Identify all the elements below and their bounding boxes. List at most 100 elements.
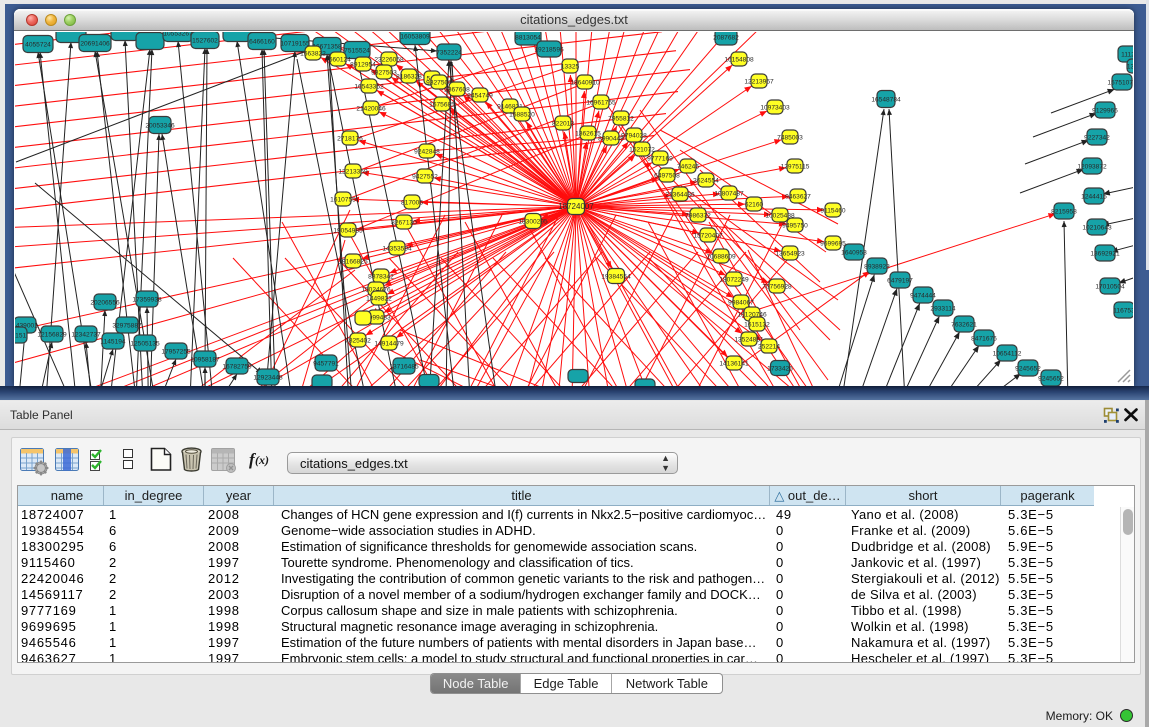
svg-text:1449822: 1449822 <box>366 295 392 302</box>
svg-text:16053809: 16053809 <box>400 33 430 40</box>
svg-text:9777169: 9777169 <box>647 155 673 162</box>
svg-text:6466160: 6466160 <box>249 38 275 45</box>
svg-text:746246: 746246 <box>677 163 699 170</box>
svg-text:12923448: 12923448 <box>253 374 283 381</box>
svg-text:8878342: 8878342 <box>368 273 394 280</box>
svg-text:10973403: 10973403 <box>760 104 790 111</box>
svg-text:8215958: 8215958 <box>1051 208 1077 215</box>
svg-text:9129966: 9129966 <box>1092 107 1118 114</box>
svg-text:20206556: 20206556 <box>90 299 120 306</box>
svg-text:12213967: 12213967 <box>744 78 774 85</box>
svg-text:9245652: 9245652 <box>1038 375 1064 382</box>
svg-text:7485003: 7485003 <box>777 134 803 141</box>
svg-text:1615132: 1615132 <box>744 321 770 328</box>
svg-text:16154808: 16154808 <box>724 56 754 63</box>
svg-text:18300295: 18300295 <box>518 218 548 225</box>
svg-text:10553267: 10553267 <box>163 32 193 37</box>
svg-text:8660124: 8660124 <box>325 56 351 63</box>
svg-text:12975115: 12975115 <box>781 163 810 170</box>
svg-text:9699695: 9699695 <box>820 240 846 247</box>
svg-text:1112: 1112 <box>1121 51 1133 58</box>
svg-text:9327503: 9327503 <box>371 69 397 76</box>
svg-text:7515524: 7515524 <box>344 47 370 54</box>
svg-text:10210643: 10210643 <box>1082 224 1112 231</box>
svg-text:1640953: 1640953 <box>841 249 867 256</box>
svg-text:7986372: 7986372 <box>685 212 711 219</box>
svg-text:9984067: 9984067 <box>728 299 754 306</box>
svg-text:9495750: 9495750 <box>782 222 808 229</box>
svg-text:1145194: 1145194 <box>100 338 126 345</box>
svg-text:19384554: 19384554 <box>601 273 631 280</box>
svg-text:19054985: 19054985 <box>333 227 363 234</box>
svg-text:9327508: 9327508 <box>426 79 452 86</box>
svg-text:1244415: 1244415 <box>1081 193 1107 200</box>
svg-text:14353594: 14353594 <box>382 245 412 252</box>
svg-text:8454749: 8454749 <box>467 92 493 99</box>
svg-text:13716485: 13716485 <box>389 363 419 370</box>
svg-text:8267130: 8267130 <box>391 219 417 226</box>
svg-text:12093872: 12093872 <box>1077 163 1107 170</box>
svg-text:1733426: 1733426 <box>767 365 793 372</box>
svg-text:16782759: 16782759 <box>222 363 252 370</box>
svg-text:16548784: 16548784 <box>871 96 901 103</box>
svg-text:2087682: 2087682 <box>713 34 739 41</box>
svg-text:14914479: 14914479 <box>374 340 404 347</box>
svg-text:17957255: 17957255 <box>161 348 191 355</box>
svg-text:13654923: 13654923 <box>775 250 805 257</box>
svg-text:8813054: 8813054 <box>515 34 541 41</box>
svg-text:(x): (x) <box>255 453 269 467</box>
svg-text:17010504: 17010504 <box>1095 283 1125 290</box>
svg-text:15720407: 15720407 <box>693 232 723 239</box>
svg-text:10958187: 10958187 <box>190 356 220 363</box>
svg-text:13524861: 13524861 <box>734 336 764 343</box>
svg-text:9463627: 9463627 <box>785 193 811 200</box>
svg-text:16543362: 16543362 <box>354 83 384 90</box>
svg-text:252214: 252214 <box>758 343 780 350</box>
svg-text:8912954: 8912954 <box>350 61 376 68</box>
svg-text:9427552: 9427552 <box>412 173 438 180</box>
svg-text:9474444: 9474444 <box>910 292 936 299</box>
svg-text:21420046: 21420046 <box>356 105 386 112</box>
svg-text:13325: 13325 <box>1127 63 1133 70</box>
svg-text:12156829: 12156829 <box>37 331 67 338</box>
svg-text:8471676: 8471676 <box>971 335 997 342</box>
svg-text:12505135: 12505135 <box>130 340 160 347</box>
svg-text:13325: 13325 <box>561 63 580 70</box>
svg-text:10807487: 10807487 <box>714 190 744 197</box>
svg-text:1621072: 1621072 <box>629 146 655 153</box>
svg-text:1663822: 1663822 <box>300 50 326 57</box>
svg-text:822013: 822013 <box>552 120 574 127</box>
svg-text:18072249: 18072249 <box>719 276 749 283</box>
svg-text:23226058: 23226058 <box>374 56 404 63</box>
svg-text:7632621: 7632621 <box>951 321 977 328</box>
svg-text:6479197: 6479197 <box>887 277 913 284</box>
svg-text:10719155: 10719155 <box>280 40 310 47</box>
svg-text:817006: 817006 <box>401 199 423 206</box>
svg-text:62160: 62160 <box>745 201 764 208</box>
svg-text:18724007: 18724007 <box>558 202 594 211</box>
svg-text:18640910: 18640910 <box>570 79 600 86</box>
svg-text:7825402: 7825402 <box>345 337 371 344</box>
svg-text:10654112: 10654112 <box>993 350 1022 357</box>
svg-text:7955812: 7955812 <box>608 115 634 122</box>
svg-text:9115460: 9115460 <box>820 207 846 214</box>
svg-text:2718176: 2718176 <box>337 135 363 142</box>
svg-text:12342737: 12342737 <box>71 331 101 338</box>
svg-text:1675685: 1675685 <box>429 101 455 108</box>
svg-text:70756928: 70756928 <box>762 283 792 290</box>
svg-text:1527602: 1527602 <box>192 37 218 44</box>
svg-text:6497508: 6497508 <box>654 172 680 179</box>
svg-text:19166825: 19166825 <box>338 258 368 265</box>
svg-text:39151: 39151 <box>15 332 26 339</box>
svg-text:17359938: 17359938 <box>132 296 162 303</box>
svg-text:21364436: 21364436 <box>665 191 695 198</box>
svg-text:1588520: 1588520 <box>509 111 535 118</box>
svg-text:9245652: 9245652 <box>1015 365 1041 372</box>
svg-text:7352224: 7352224 <box>436 49 462 56</box>
svg-text:1610755: 1610755 <box>330 196 356 203</box>
svg-text:16961755: 16961755 <box>586 99 616 106</box>
svg-text:8186328: 8186328 <box>396 73 422 80</box>
svg-text:20053346: 20053346 <box>145 122 175 129</box>
svg-text:3624554: 3624554 <box>693 177 719 184</box>
svg-text:19218596: 19218596 <box>534 46 564 53</box>
